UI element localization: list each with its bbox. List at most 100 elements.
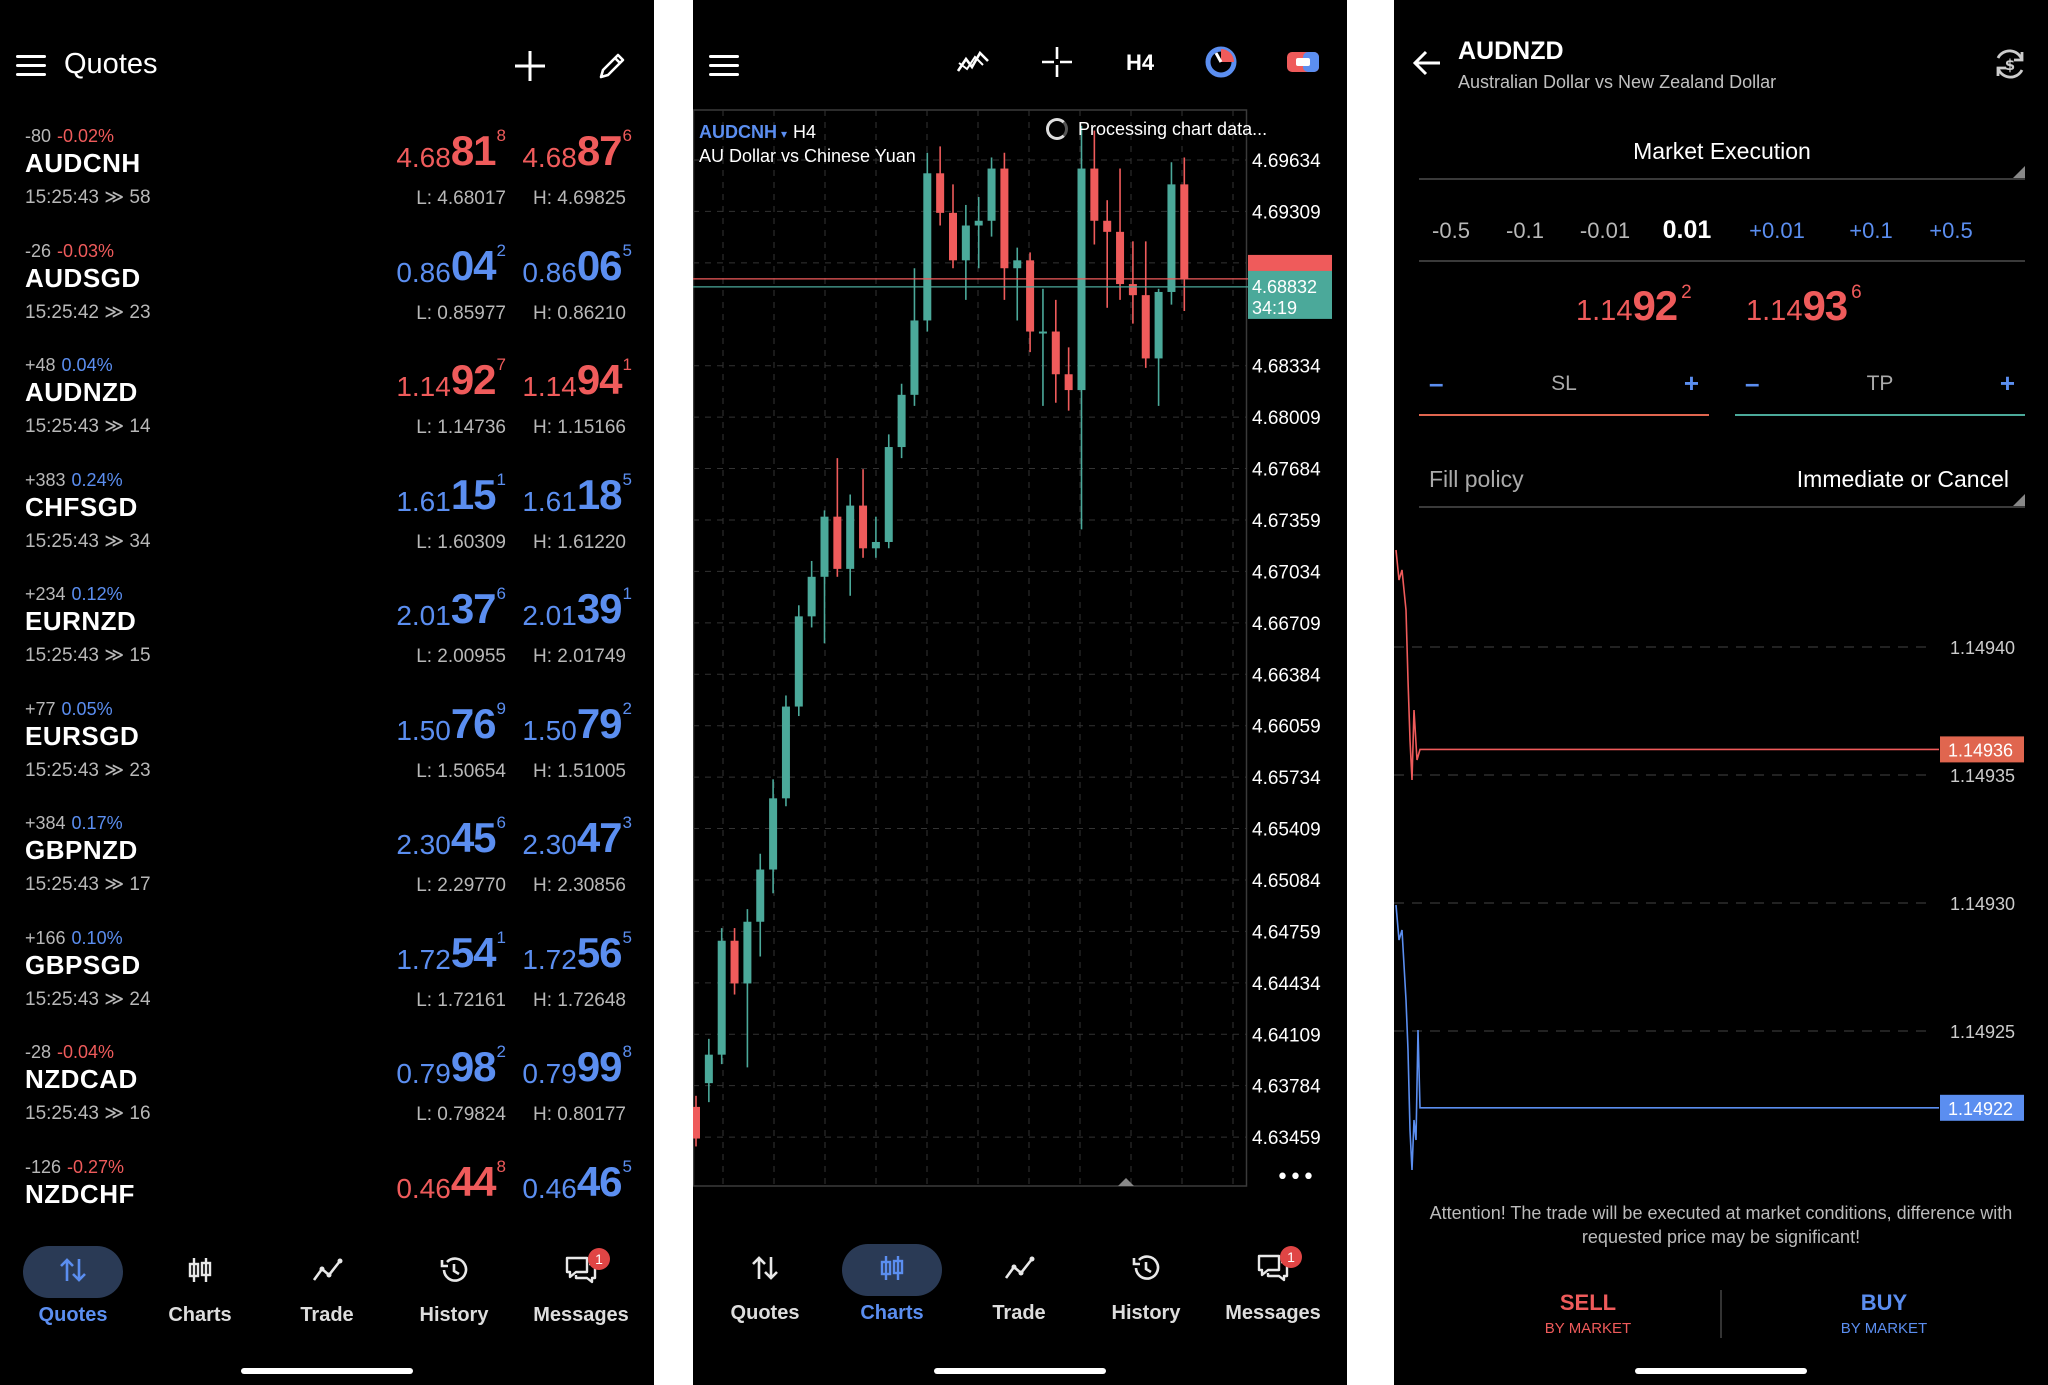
candle-body bbox=[1090, 168, 1099, 221]
tick-level-label: 1.14935 bbox=[1950, 766, 2015, 786]
y-tick-label: 4.64434 bbox=[1252, 974, 1321, 995]
quote-row[interactable]: +384 0.17% GBPNZD 15:25:43 ≫ 17 2.30456 2.304… bbox=[0, 813, 654, 927]
quote-spread: 17 bbox=[129, 874, 151, 895]
quotes-app-bar: Quotes bbox=[0, 0, 654, 130]
price-chart[interactable]: 4.696344.693094.689844.683344.680094.676… bbox=[693, 108, 1347, 1198]
volume-step-button[interactable]: +0.1 bbox=[1833, 218, 1909, 244]
bid-tick-line bbox=[1395, 904, 1939, 1170]
nav-label: History bbox=[419, 1304, 489, 1326]
quote-timestamp: 15:25:43 bbox=[25, 187, 99, 208]
loading-spinner-icon bbox=[1046, 118, 1068, 140]
nav-quotes[interactable]: Quotes bbox=[18, 1240, 128, 1327]
candle-body bbox=[846, 505, 855, 569]
chart-description: AU Dollar vs Chinese Yuan bbox=[699, 146, 916, 166]
crosshair-icon[interactable] bbox=[1037, 44, 1077, 80]
nav-charts[interactable]: Charts bbox=[837, 1238, 947, 1325]
candle-body bbox=[1141, 295, 1150, 359]
spread-icon: ≫ bbox=[104, 416, 125, 437]
quotes-arrows-icon bbox=[710, 1238, 820, 1298]
candle-body bbox=[1128, 284, 1137, 296]
edit-pencil-icon[interactable] bbox=[590, 44, 634, 88]
nav-charts[interactable]: Charts bbox=[145, 1240, 255, 1327]
price-tag-value: 4.68832 bbox=[1252, 277, 1317, 297]
change-points: +166 bbox=[25, 927, 66, 948]
daily-high: H: 1.61220 bbox=[533, 531, 626, 553]
quote-row[interactable]: +383 0.24% CHFSGD 15:25:43 ≫ 34 1.61151 1.611… bbox=[0, 470, 654, 584]
chart-symbol[interactable]: AUDCNH ▾ H4 bbox=[699, 122, 816, 143]
chart-screen: H4 4.696344.693094.689844.683344.680094.… bbox=[693, 0, 1347, 1385]
quote-change: -80 -0.02% bbox=[25, 126, 114, 147]
candle-body bbox=[820, 516, 829, 577]
volume-step-button[interactable]: -0.1 bbox=[1487, 218, 1563, 244]
candle-body bbox=[833, 516, 842, 569]
take-profit-field[interactable]: – TP + bbox=[1735, 364, 2025, 416]
tp-increase-button[interactable]: + bbox=[2000, 368, 2015, 399]
nav-history[interactable]: History bbox=[399, 1240, 509, 1327]
candle-body bbox=[693, 1106, 700, 1139]
quote-row[interactable]: -28 -0.04% NZDCAD 15:25:43 ≫ 16 0.79982 0.799… bbox=[0, 1042, 654, 1156]
chart-shift-marker[interactable] bbox=[1118, 1178, 1134, 1186]
messages-icon bbox=[526, 1240, 636, 1300]
nav-trade[interactable]: Trade bbox=[272, 1240, 382, 1327]
quote-symbol: AUDNZD bbox=[25, 377, 138, 407]
nav-history[interactable]: History bbox=[1091, 1238, 1201, 1325]
quote-timestamp: 15:25:43 bbox=[25, 988, 99, 1010]
volume-step-button[interactable]: -0.5 bbox=[1413, 218, 1489, 244]
menu-icon[interactable] bbox=[16, 55, 46, 77]
stop-loss-field[interactable]: – SL + bbox=[1419, 364, 1709, 416]
quote-row[interactable]: +77 0.05% EURSGD 15:25:43 ≫ 23 1.50769 1.5079… bbox=[0, 699, 654, 813]
quote-row[interactable]: +166 0.10% GBPSGD 15:25:43 ≫ 24 1.72541 1.725… bbox=[0, 928, 654, 1042]
svg-text:$: $ bbox=[2005, 56, 2015, 74]
change-percent: 0.04% bbox=[61, 355, 113, 375]
buy-sub-label: BY MARKET bbox=[1840, 1320, 1928, 1337]
ask-price: 1.72565 bbox=[522, 927, 632, 976]
quote-change: +234 0.12% bbox=[25, 584, 123, 605]
quote-symbol: AUDCNH bbox=[25, 148, 141, 178]
spread-icon: ≫ bbox=[104, 759, 125, 781]
more-options-icon[interactable]: ••• bbox=[1276, 1165, 1315, 1190]
quote-row[interactable]: -80 -0.02% AUDCNH 15:25:43 ≫ 58 4.68818 4.688… bbox=[0, 126, 654, 240]
daily-high: H: 0.80177 bbox=[533, 1104, 626, 1125]
sl-increase-button[interactable]: + bbox=[1684, 368, 1699, 399]
nav-messages[interactable]: Messages 1 bbox=[1218, 1238, 1328, 1325]
chart-objects-icon[interactable] bbox=[1201, 44, 1241, 80]
buy-button[interactable]: BUY BY MARKET bbox=[1764, 1290, 2004, 1337]
execution-type-select[interactable]: Market Execution bbox=[1419, 138, 2025, 180]
timeframe-button[interactable]: H4 bbox=[1126, 50, 1154, 76]
volume-step-button[interactable]: -0.01 bbox=[1567, 218, 1643, 244]
nav-messages[interactable]: Messages 1 bbox=[526, 1240, 636, 1327]
volume-step-button[interactable]: +0.5 bbox=[1913, 218, 1989, 244]
fill-policy-select[interactable]: Fill policy Immediate or Cancel bbox=[1419, 462, 2025, 508]
daily-high: H: 1.51005 bbox=[533, 760, 626, 782]
daily-low: L: 1.72161 bbox=[416, 989, 506, 1011]
quote-row[interactable]: +48 0.04% AUDNZD 15:25:43 ≫ 14 1.14927 1.1494… bbox=[0, 355, 654, 469]
sell-button[interactable]: SELL BY MARKET bbox=[1468, 1290, 1708, 1337]
menu-icon[interactable] bbox=[709, 55, 739, 77]
trade-line-icon bbox=[964, 1238, 1074, 1298]
quote-row[interactable]: +234 0.12% EURNZD 15:25:43 ≫ 15 2.01376 2.013… bbox=[0, 584, 654, 698]
currency-exchange-icon[interactable]: $ bbox=[1992, 46, 2028, 87]
nav-quotes[interactable]: Quotes bbox=[710, 1238, 820, 1325]
change-percent: -0.03% bbox=[57, 240, 115, 261]
spread-icon: ≫ bbox=[104, 187, 125, 208]
bid-price: 1.72541 bbox=[396, 927, 506, 976]
quote-timestamp: 15:25:43 bbox=[25, 759, 99, 781]
back-arrow-icon[interactable] bbox=[1412, 48, 1442, 83]
add-symbol-icon[interactable] bbox=[508, 44, 552, 88]
ask-tag-value: 1.14936 bbox=[1948, 740, 2013, 760]
y-tick-label: 4.69309 bbox=[1252, 202, 1321, 223]
nav-trade[interactable]: Trade bbox=[964, 1238, 1074, 1325]
volume-step-button[interactable]: +0.01 bbox=[1739, 218, 1815, 244]
y-tick-label: 4.69634 bbox=[1252, 151, 1321, 172]
candle-body bbox=[717, 940, 726, 1055]
quote-change: +384 0.17% bbox=[25, 813, 123, 834]
change-points: -80 bbox=[25, 126, 52, 146]
quote-spread: 15 bbox=[129, 645, 151, 666]
candle-body bbox=[1051, 331, 1060, 375]
quote-time: 15:25:43 ≫ 17 bbox=[25, 873, 151, 896]
candle-body bbox=[1038, 331, 1047, 334]
indicators-icon[interactable] bbox=[953, 44, 993, 80]
dropdown-corner-icon bbox=[2013, 166, 2025, 178]
quote-row[interactable]: -26 -0.03% AUDSGD 15:25:42 ≫ 23 0.86042 0.860… bbox=[0, 241, 654, 355]
trade-toggle-icon[interactable] bbox=[1283, 44, 1323, 80]
